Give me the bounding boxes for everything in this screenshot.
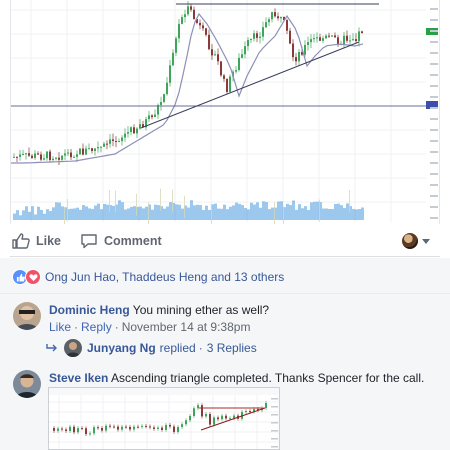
reaction-icons[interactable] [12,269,41,285]
comment-label: Comment [104,234,162,248]
post-chart-image[interactable] [10,0,440,224]
price-chart-graphic [11,0,438,224]
comment-meta: Like · Reply · November 14 at 9:38pm [49,320,251,334]
replies-summary[interactable]: Junyang Ng replied · 3 Replies [46,339,257,357]
reactors-summary-link[interactable]: Ong Jun Hao, Thaddeus Heng and 13 others [45,270,284,284]
reply-author: Junyang Ng [87,341,156,355]
chevron-down-icon [422,238,430,244]
comment-author[interactable]: Dominic Heng [49,303,130,317]
comment-reply-link[interactable]: Reply [81,320,112,334]
reply-action: replied [159,341,196,355]
comment-body: Dominic Heng You mining ether as well? [49,303,269,317]
avatar [64,339,82,357]
thumbs-up-icon [12,233,30,249]
love-icon [25,269,41,285]
comment-attachment-image[interactable] [48,387,280,450]
reactions-bar: Ong Jun Hao, Thaddeus Heng and 13 others [0,258,450,294]
avatar[interactable] [13,370,41,398]
comment-body: Steve Iken Ascending triangle completed.… [49,371,424,385]
attachment-chart-graphic [49,388,279,449]
comment-author[interactable]: Steve Iken [49,371,108,385]
like-button[interactable]: Like [12,231,61,251]
comment-button[interactable]: Comment [80,231,162,251]
post-action-bar: Like Comment [10,225,440,257]
reply-arrow-icon [46,344,57,352]
reply-count: 3 Replies [206,341,257,355]
comment-timestamp[interactable]: November 14 at 9:38pm [122,320,251,334]
comment-like-link[interactable]: Like [49,320,71,334]
comment-as-selector[interactable] [402,231,430,251]
comment-text: You mining ether as well? [132,303,270,317]
avatar[interactable] [13,302,41,330]
avatar [402,233,418,249]
speech-bubble-icon [81,234,97,249]
comment-text: Ascending triangle completed. Thanks Spe… [111,371,425,385]
like-label: Like [36,234,62,248]
